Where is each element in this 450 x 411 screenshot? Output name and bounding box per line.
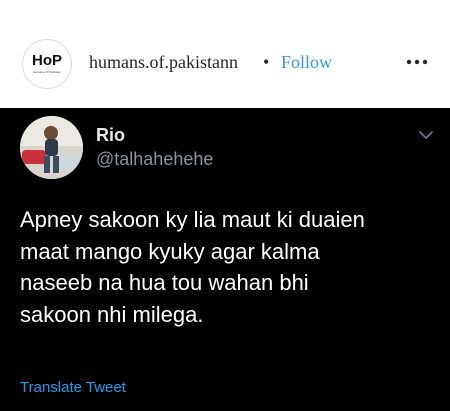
tweet-line: Apney sakoon ky lia maut ki duaien <box>20 207 365 232</box>
avatar-logo-subtitle: Humans Of Pakistan <box>33 70 61 74</box>
post-username[interactable]: humans.of.pakistann <box>89 51 238 73</box>
tweet-display-name[interactable]: Rio <box>96 124 125 146</box>
tweet-line: naseeb na hua tou wahan bhi <box>20 270 309 295</box>
tweet-line: maat mango kyuky agar kalma <box>20 238 320 264</box>
post-header: HoP Humans Of Pakistan humans.of.pakista… <box>0 0 450 108</box>
separator-dot: • <box>263 52 270 72</box>
more-horizontal-icon[interactable] <box>404 52 430 72</box>
tweet-handle[interactable]: @talhahehehe <box>96 148 213 170</box>
chevron-down-icon[interactable] <box>416 128 436 142</box>
tweet-card: Rio @talhahehehe Apney sakoon ky lia mau… <box>0 108 450 411</box>
avatar-logo: HoP <box>32 52 62 69</box>
profile-avatar[interactable]: HoP Humans Of Pakistan <box>22 39 72 89</box>
follow-button[interactable]: Follow <box>281 51 332 73</box>
tweet-body: Apney sakoon ky lia maut ki duaien maat … <box>20 204 440 330</box>
tweet-avatar[interactable] <box>20 116 83 179</box>
tweet-line: sakoon nhi milega. <box>20 301 204 327</box>
avatar-photo <box>20 116 83 179</box>
translate-tweet-link[interactable]: Translate Tweet <box>20 378 126 398</box>
